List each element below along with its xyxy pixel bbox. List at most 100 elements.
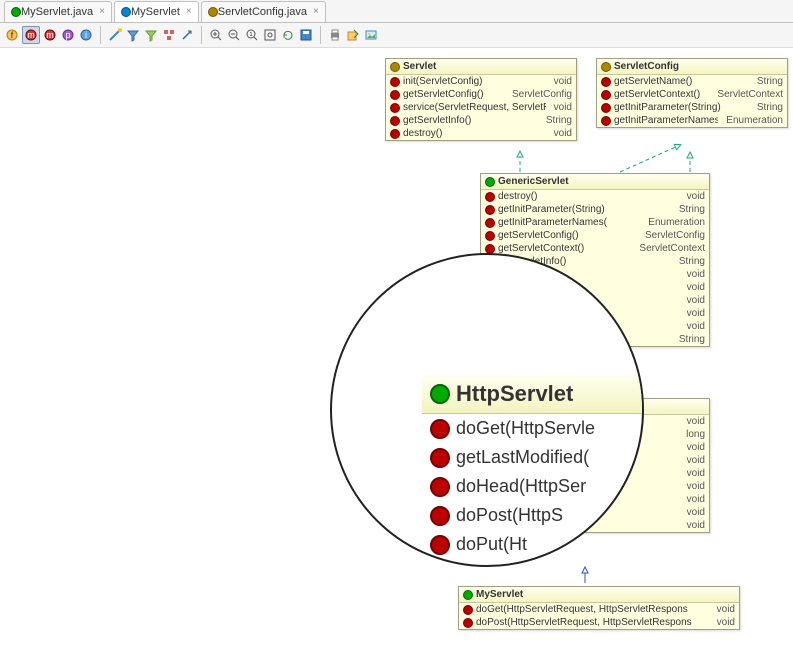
show-fields-icon[interactable]: f [4, 27, 20, 43]
member-row: destroy() void [386, 127, 576, 140]
member-ret: String [757, 102, 783, 113]
member-sig: doPost(HttpServletRequest, HttpServletRe… [476, 617, 692, 628]
member-row: getServletName()String [597, 75, 787, 88]
member-ret: void [554, 128, 572, 139]
member-ret: void [717, 617, 735, 628]
wand-icon[interactable] [107, 27, 123, 43]
member-sig: getInitParameter(String) [614, 102, 721, 113]
tab-label: MyServlet [131, 6, 180, 18]
print-icon[interactable] [327, 27, 343, 43]
refresh-icon[interactable] [280, 27, 296, 43]
member-sig: destroy() [403, 128, 442, 139]
member-sig: getServletContext() [498, 243, 584, 254]
method-icon [430, 477, 450, 497]
save-icon[interactable] [298, 27, 314, 43]
zoom-in-icon[interactable] [208, 27, 224, 43]
member-ret: void [717, 604, 735, 615]
member-ret: void [687, 520, 705, 531]
export-icon[interactable] [345, 27, 361, 43]
member-ret: ServletContext [717, 89, 783, 100]
uml-servlet[interactable]: Servlet init(ServletConfig)voidgetServle… [385, 58, 577, 141]
close-icon[interactable]: × [99, 6, 105, 17]
member-ret: void [687, 191, 705, 202]
svg-text:p: p [65, 30, 70, 40]
member-ret: ServletContext [639, 243, 705, 254]
separator [201, 26, 202, 44]
method-icon [390, 90, 400, 100]
member-ret: String [757, 76, 783, 87]
diagram-canvas[interactable]: Servlet init(ServletConfig)voidgetServle… [0, 48, 793, 645]
member-ret: void [687, 468, 705, 479]
method-icon [485, 192, 495, 202]
member-ret: void [554, 102, 572, 113]
interface-icon [601, 62, 611, 72]
method-icon [601, 103, 611, 113]
uml-servletconfig[interactable]: ServletConfig getServletName()StringgetS… [596, 58, 788, 128]
member-sig: getInitParameter(String) [498, 204, 605, 215]
member-ret: void [687, 494, 705, 505]
layout-icon[interactable] [161, 27, 177, 43]
member-row: doPost(HttpServletRequest, HttpServletRe… [459, 616, 739, 629]
member-ret: void [554, 76, 572, 87]
method-icon [463, 618, 473, 628]
member-row: getServletContext()ServletContext [597, 88, 787, 101]
diagram-toolbar: f m m p i 1 [0, 23, 793, 48]
member-sig: getInitParameterNames( [614, 115, 718, 126]
member-row: getServletInfo()String [386, 114, 576, 127]
member-ret: Enumeration [648, 217, 705, 228]
link-icon[interactable] [179, 27, 195, 43]
member-ret: void [687, 269, 705, 280]
member-row: getServletContext() ServletContext [481, 242, 709, 255]
show-properties-icon[interactable]: p [60, 27, 76, 43]
member-sig: getServletConfig() [498, 230, 579, 241]
magnified-title: HttpServlet [422, 375, 644, 414]
separator [100, 26, 101, 44]
interface-icon [390, 62, 400, 72]
member-sig: getServletConfig() [403, 89, 484, 100]
class-title: MyServlet [476, 589, 523, 600]
interface-icon [208, 7, 218, 17]
class-title: Servlet [403, 61, 436, 72]
member-ret: String [679, 204, 705, 215]
member-ret: void [687, 416, 705, 427]
tab-myservlet-diagram[interactable]: MyServlet × [114, 1, 199, 22]
class-icon [430, 384, 450, 404]
zoom-fit-icon[interactable] [262, 27, 278, 43]
member-row: doGet(HttpServletRequest, HttpServletRes… [459, 603, 739, 616]
tab-servletconfig-java[interactable]: ServletConfig.java × [201, 1, 326, 22]
member-ret: String [546, 115, 572, 126]
member-row: getServletConfig()ServletConfig [386, 88, 576, 101]
magnified-row: doPost(HttpS [456, 505, 563, 526]
filter2-icon[interactable] [143, 27, 159, 43]
member-row: destroy() void [481, 190, 709, 203]
tab-myservlet-java[interactable]: MyServlet.java × [4, 1, 112, 22]
member-ret: void [687, 308, 705, 319]
member-ret: void [687, 321, 705, 332]
show-inner-icon[interactable]: i [78, 27, 94, 43]
method-icon [601, 116, 611, 126]
zoom-100-icon[interactable]: 1 [244, 27, 260, 43]
member-row: init(ServletConfig)void [386, 75, 576, 88]
member-ret: void [687, 507, 705, 518]
method-icon [390, 77, 400, 87]
image-icon[interactable] [363, 27, 379, 43]
zoom-out-icon[interactable] [226, 27, 242, 43]
show-methods-icon[interactable]: m [22, 26, 40, 44]
uml-myservlet[interactable]: MyServlet doGet(HttpServletRequest, Http… [458, 586, 740, 630]
member-row: getInitParameter(String) String [597, 101, 787, 114]
svg-text:m: m [46, 30, 54, 40]
method-icon [463, 605, 473, 615]
close-icon[interactable]: × [186, 6, 192, 17]
show-methods2-icon[interactable]: m [42, 27, 58, 43]
magnified-row: doGet(HttpServle [456, 418, 595, 439]
member-row: getInitParameterNames(Enumeration [481, 216, 709, 229]
method-icon [430, 448, 450, 468]
class-title: GenericServlet [498, 176, 569, 187]
filter-icon[interactable] [125, 27, 141, 43]
member-ret: long [686, 429, 705, 440]
method-icon [485, 244, 495, 254]
member-sig: destroy() [498, 191, 537, 202]
editor-tab-bar: MyServlet.java × MyServlet × ServletConf… [0, 0, 793, 23]
separator [320, 26, 321, 44]
close-icon[interactable]: × [313, 6, 319, 17]
